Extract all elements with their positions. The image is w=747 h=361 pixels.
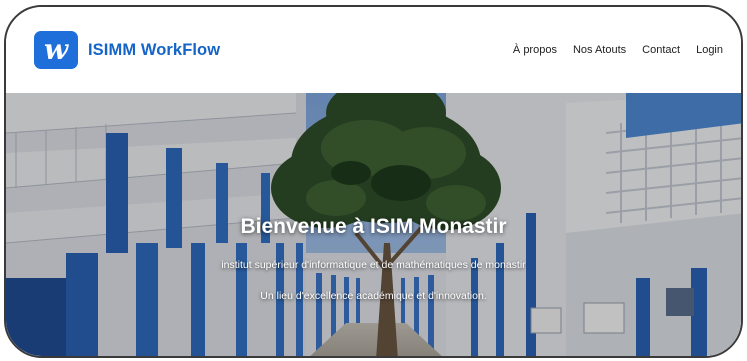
app-logo-icon: w [34, 31, 78, 69]
nav-links: À propos Nos Atouts Contact Login [497, 44, 723, 56]
nav-link-nos-atouts[interactable]: Nos Atouts [573, 44, 626, 56]
navbar: w ISIMM WorkFlow À propos Nos Atouts Con… [6, 7, 741, 93]
hero-banner: Bienvenue à ISIM Monastir institut supér… [6, 93, 741, 356]
brand-link[interactable]: w ISIMM WorkFlow [34, 31, 220, 69]
hero-tagline: Un lieu d'excellence académique et d'inn… [260, 290, 487, 302]
hero-subtitle: institut supérieur d'informatique et de … [221, 259, 526, 271]
nav-link-contact[interactable]: Contact [642, 44, 680, 56]
nav-link-a-propos[interactable]: À propos [513, 44, 557, 56]
brand-name: ISIMM WorkFlow [88, 40, 221, 59]
nav-link-login[interactable]: Login [696, 44, 723, 56]
hero-title: Bienvenue à ISIM Monastir [240, 215, 507, 238]
browser-frame: w ISIMM WorkFlow À propos Nos Atouts Con… [4, 5, 743, 358]
